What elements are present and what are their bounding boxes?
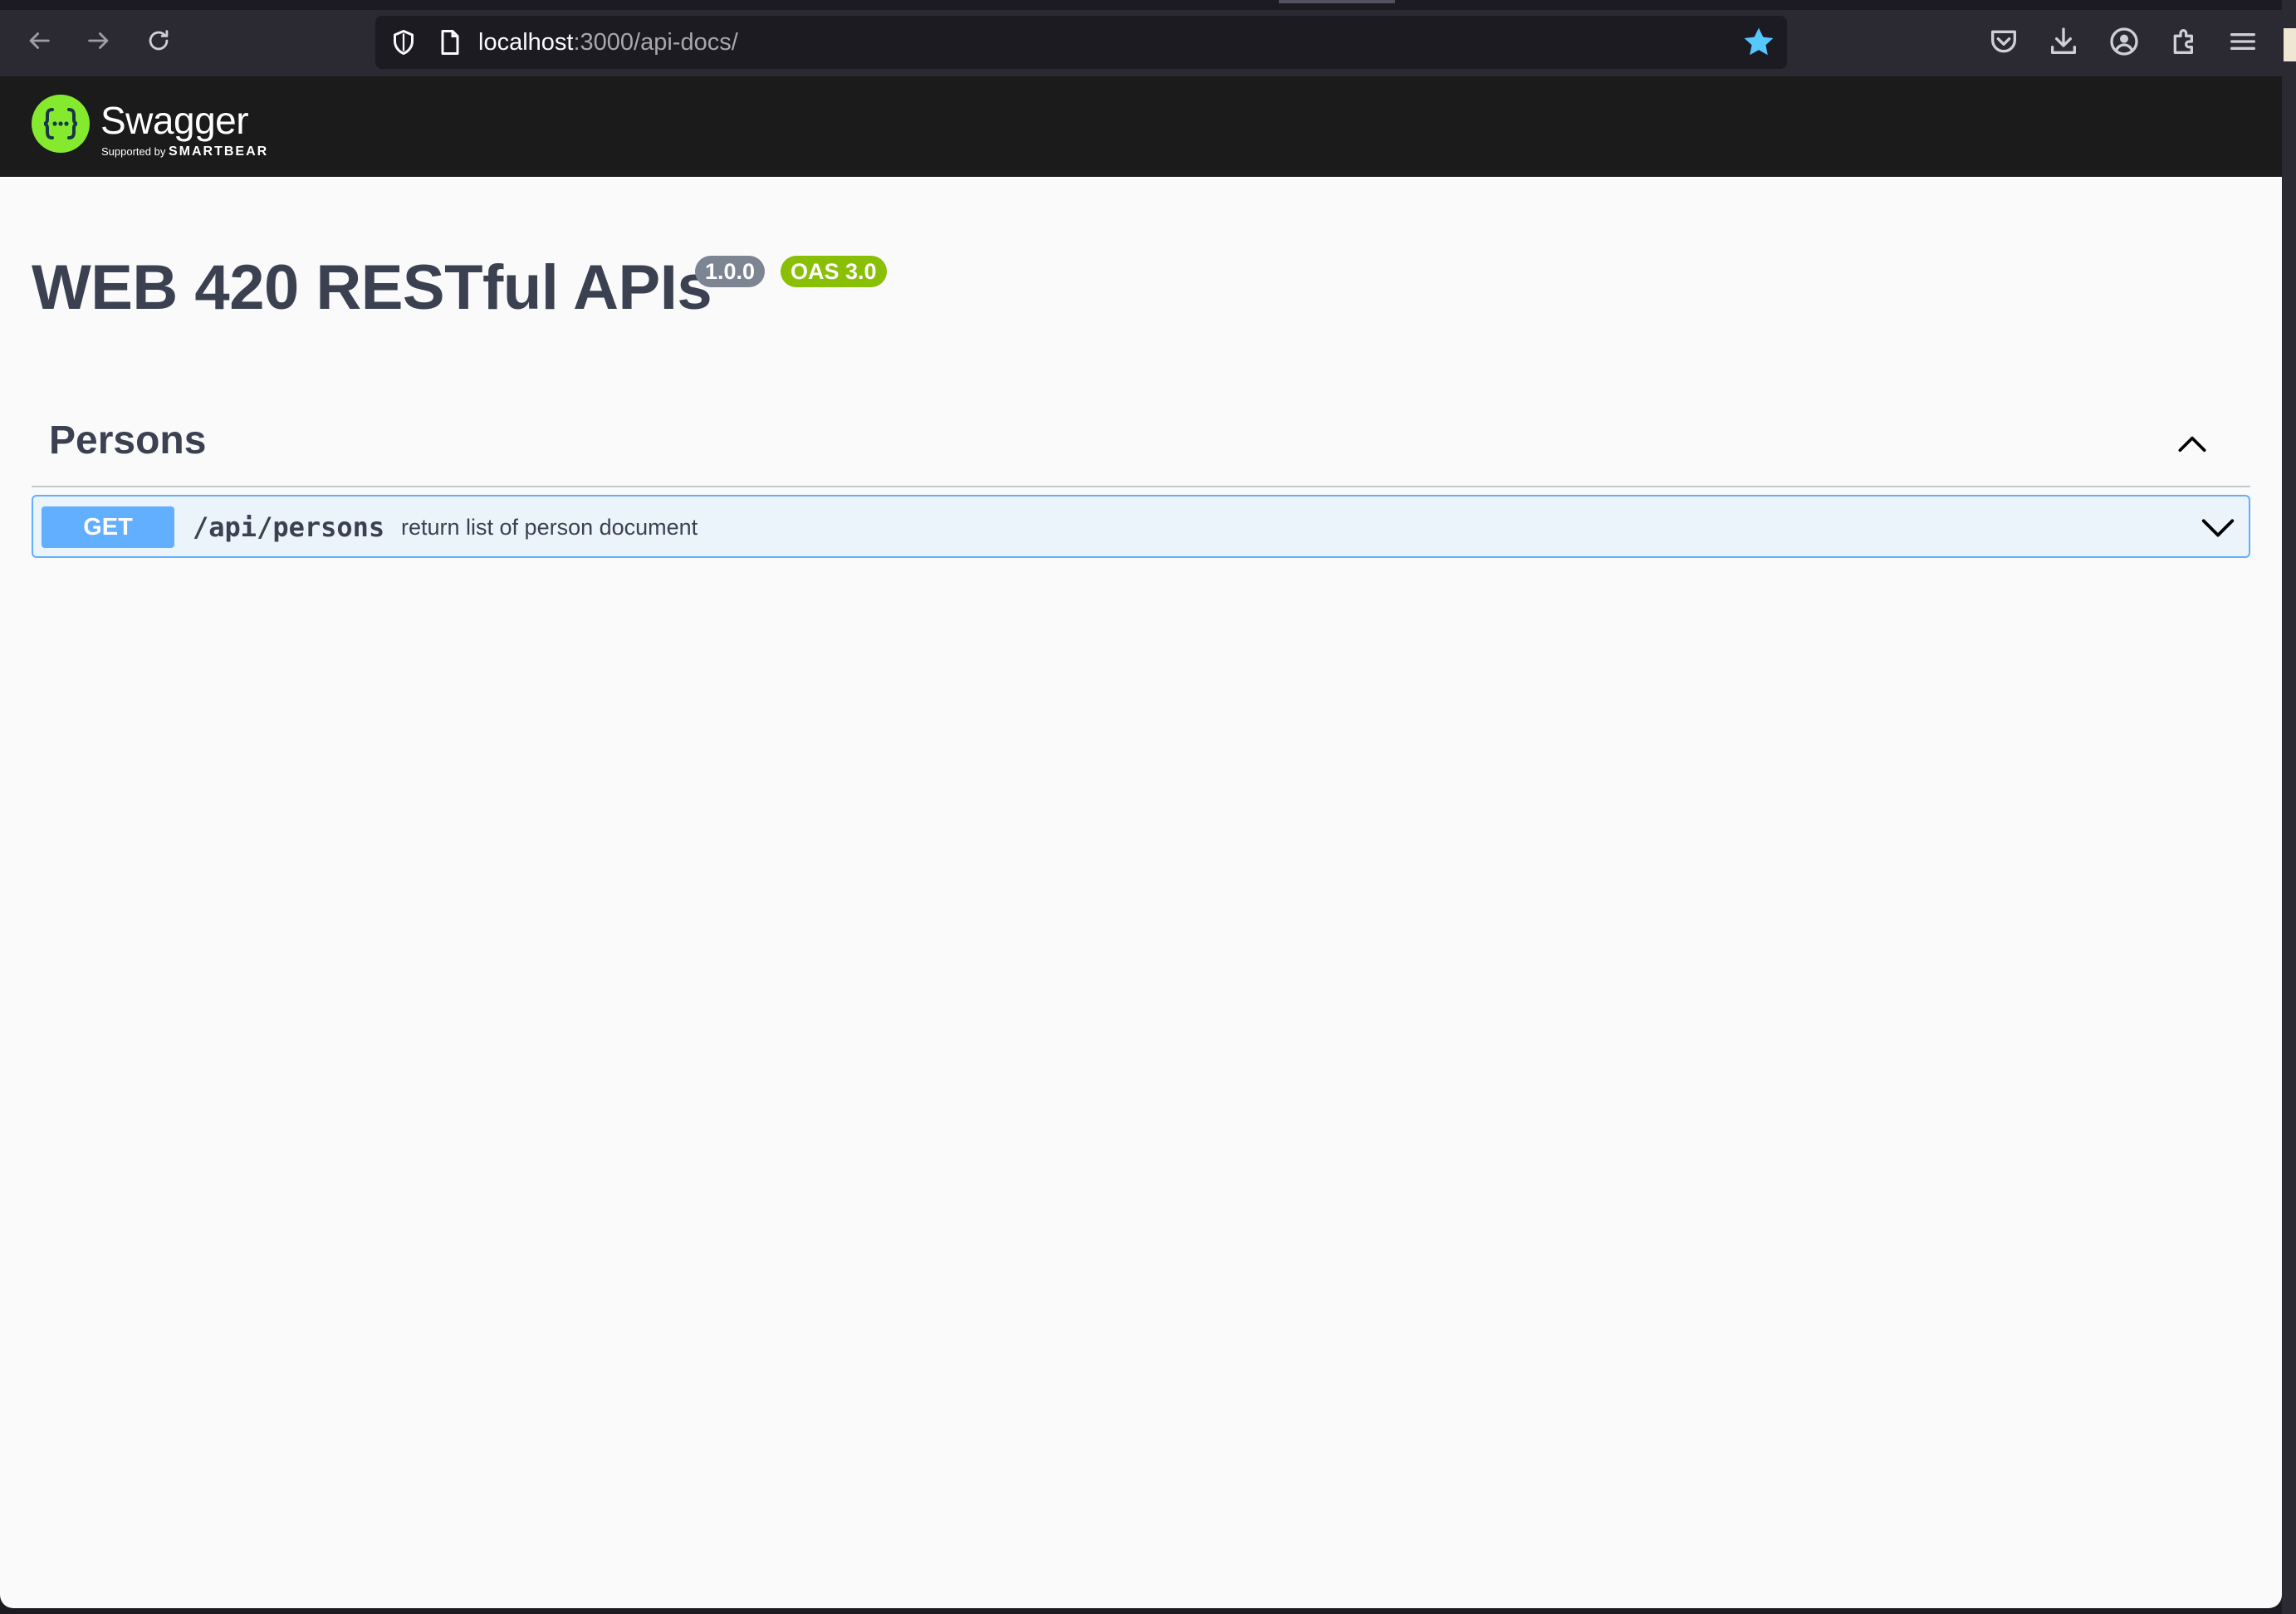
chevron-down-icon[interactable]	[2199, 508, 2237, 546]
adjacent-window-sliver	[2284, 28, 2296, 61]
forward-button[interactable]	[80, 22, 118, 60]
smartbear-text: SMARTBEAR	[168, 144, 269, 159]
version-badge: 1.0.0	[695, 256, 766, 287]
chevron-up-icon[interactable]	[2174, 426, 2210, 462]
back-arrow-icon	[29, 32, 50, 49]
pocket-icon[interactable]	[1987, 25, 2020, 58]
extensions-icon[interactable]	[2168, 25, 2201, 58]
url-bar[interactable]: localhost:3000/api-docs/	[375, 16, 1787, 69]
operation-path[interactable]: /api/persons	[193, 511, 384, 543]
window-edge	[2282, 0, 2296, 1614]
swagger-page: WEB 420 RESTful APIs 1.0.0 OAS 3.0 Perso…	[0, 177, 2282, 1608]
tab-indicator	[1279, 0, 1395, 3]
operation-get-persons[interactable]: GET /api/persons return list of person d…	[32, 495, 2250, 558]
back-button[interactable]	[20, 22, 58, 60]
swagger-logo-icon[interactable]	[32, 95, 90, 153]
method-badge-get[interactable]: GET	[42, 506, 174, 548]
tag-persons-title[interactable]: Persons	[49, 418, 206, 463]
bookmark-star-icon[interactable]	[1740, 24, 1777, 61]
swagger-logo-text[interactable]: Swagger	[100, 98, 249, 143]
url-path: :3000/api-docs/	[573, 29, 738, 56]
url-text[interactable]: localhost:3000/api-docs/	[478, 27, 738, 57]
url-host: localhost	[478, 29, 574, 56]
swagger-topbar: Swagger Supported by SMARTBEAR	[0, 76, 2282, 177]
page-icon[interactable]	[435, 27, 465, 57]
forward-arrow-icon	[88, 32, 109, 49]
account-icon[interactable]	[2108, 25, 2141, 58]
smartbear-tagline: Supported by SMARTBEAR	[101, 144, 268, 159]
tag-divider	[32, 486, 2250, 487]
reload-button[interactable]	[140, 22, 178, 60]
oas-badge: OAS 3.0	[781, 256, 887, 287]
reload-icon	[149, 30, 169, 51]
supported-by-text: Supported by	[101, 145, 166, 158]
shield-icon[interactable]	[389, 27, 419, 57]
menu-icon[interactable]	[2226, 25, 2259, 58]
download-icon[interactable]	[2047, 25, 2080, 58]
tab-strip	[0, 0, 2296, 10]
operation-summary[interactable]: return list of person document	[401, 515, 698, 540]
api-title: WEB 420 RESTful APIs	[32, 252, 712, 323]
